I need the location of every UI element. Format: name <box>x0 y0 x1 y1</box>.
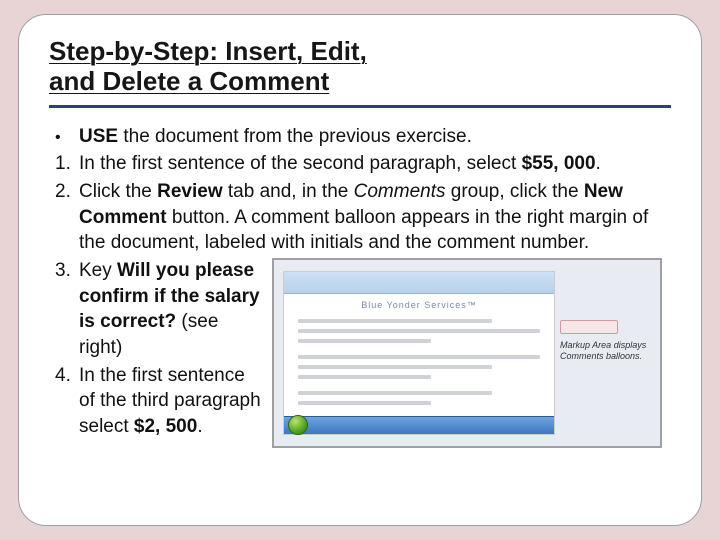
bullet-dot: • <box>55 126 79 146</box>
side-caption-1: Markup Area displays <box>560 340 654 351</box>
side-caption-2: Comments balloons. <box>560 351 654 362</box>
slide-title: Step-by-Step: Insert, Edit, and Delete a… <box>49 37 671 97</box>
fake-line <box>298 339 431 343</box>
word-screenshot: Blue Yonder Services™ <box>272 258 662 448</box>
step3-a: Key <box>79 260 117 281</box>
step-3: Key Will you please confirm if the salar… <box>55 258 264 361</box>
step2-c: group, click the <box>445 181 583 202</box>
comment-balloon <box>560 320 618 334</box>
step4-b: . <box>197 416 202 437</box>
step2-a: Click the <box>79 181 157 202</box>
slide-card: Step-by-Step: Insert, Edit, and Delete a… <box>18 14 702 526</box>
fake-line <box>298 319 492 323</box>
step2-review: Review <box>157 181 222 202</box>
step1-b: . <box>596 153 601 174</box>
steps-list-cont: Key Will you please confirm if the salar… <box>49 258 264 439</box>
screenshot-illustration: Blue Yonder Services™ <box>272 258 671 448</box>
step1-a: In the first sentence of the second para… <box>79 153 522 174</box>
use-text: USE the document from the previous exerc… <box>79 124 671 150</box>
step-4: In the first sentence of the third parag… <box>55 363 264 440</box>
steps-3-4-wrap: Key Will you please confirm if the salar… <box>49 258 671 448</box>
step4-bold: $2, 500 <box>134 416 197 437</box>
use-bold: USE <box>79 126 118 147</box>
document-page: Blue Yonder Services™ <box>284 272 554 434</box>
fake-line <box>298 401 431 405</box>
taskbar <box>284 416 554 434</box>
doc-heading: Blue Yonder Services™ <box>298 300 540 310</box>
fake-line <box>298 391 492 395</box>
use-bullet: • USE the document from the previous exe… <box>49 124 671 150</box>
fake-line <box>298 329 540 333</box>
fake-line <box>298 355 540 359</box>
step2-b: tab and, in the <box>223 181 354 202</box>
title-divider <box>49 105 671 108</box>
title-line-2: and Delete a Comment <box>49 66 329 96</box>
steps-list: In the first sentence of the second para… <box>49 151 671 256</box>
markup-area: Markup Area displays Comments balloons. <box>558 260 660 446</box>
fake-line <box>298 365 492 369</box>
fake-line <box>298 375 431 379</box>
use-rest: the document from the previous exercise. <box>118 126 472 147</box>
step2-comments: Comments <box>354 181 446 202</box>
start-orb-icon <box>288 415 308 435</box>
steps-3-4-text: Key Will you please confirm if the salar… <box>49 258 264 448</box>
step-2: Click the Review tab and, in the Comment… <box>55 179 671 256</box>
step-1: In the first sentence of the second para… <box>55 151 671 177</box>
title-line-1: Step-by-Step: Insert, Edit, <box>49 36 367 66</box>
step1-bold: $55, 000 <box>522 153 596 174</box>
ribbon-bar <box>284 272 554 294</box>
